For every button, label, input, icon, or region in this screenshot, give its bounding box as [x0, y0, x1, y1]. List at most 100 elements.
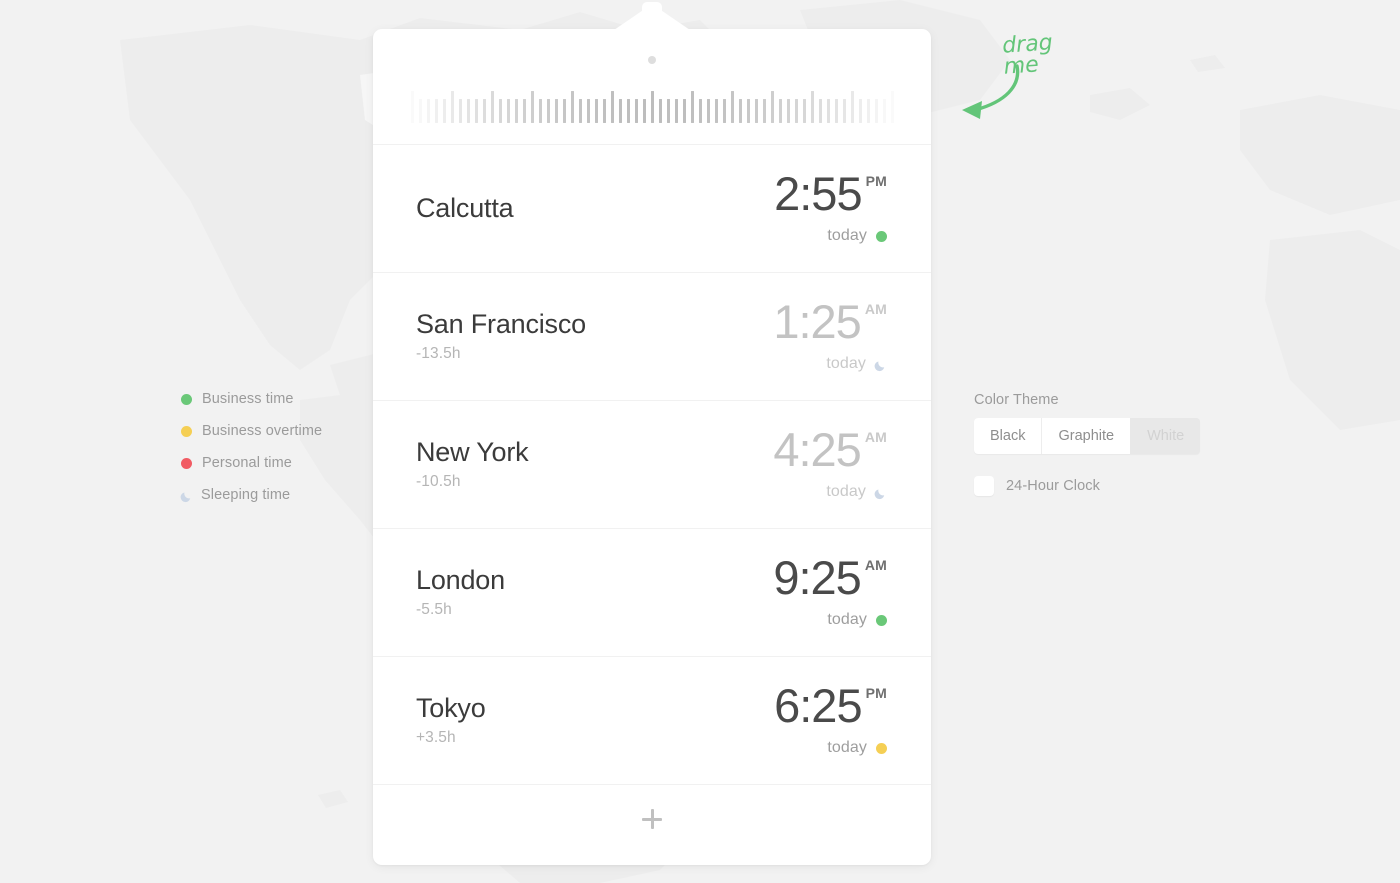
scrubber-tick	[554, 99, 558, 123]
scrubber-tick	[458, 99, 462, 123]
city-day-line: today	[827, 611, 887, 629]
legend-item-business-time: Business time	[181, 388, 322, 410]
scrubber-tick	[562, 99, 566, 123]
city-meridiem: PM	[865, 172, 887, 189]
scrubber-tick	[882, 99, 886, 123]
city-meridiem: AM	[864, 300, 887, 317]
moon-icon	[874, 359, 887, 372]
scrubber-tick	[762, 99, 766, 123]
city-row-calcutta[interactable]: Calcutta 2:55 PM today	[373, 145, 931, 273]
scrubber-tick	[778, 99, 782, 123]
city-offset: -13.5h	[416, 345, 461, 363]
scrubber-tick	[450, 91, 454, 123]
scrubber-tick	[810, 91, 814, 123]
city-left: New York -10.5h	[416, 436, 773, 492]
scrubber-tick	[858, 99, 862, 123]
add-city-button[interactable]	[373, 785, 931, 853]
24-hour-clock-checkbox[interactable]	[974, 476, 994, 496]
city-name: New York	[416, 436, 529, 467]
scrubber-tick	[690, 91, 694, 123]
scrubber-tick	[746, 99, 750, 123]
drag-me-label: drag me	[1001, 30, 1054, 80]
theme-option-graphite[interactable]: Graphite	[1041, 418, 1131, 454]
city-time: 6:25	[774, 678, 862, 732]
scrubber-tick	[434, 99, 438, 123]
color-theme-segmented-control[interactable]: Black Graphite White	[974, 418, 1201, 454]
24-hour-clock-row[interactable]: 24-Hour Clock	[974, 476, 1234, 496]
scrubber-tick	[850, 91, 854, 123]
city-name: San Francisco	[416, 308, 586, 339]
scrubber-tick	[802, 99, 806, 123]
city-left: London -5.5h	[416, 565, 773, 620]
city-meridiem: PM	[865, 684, 887, 701]
scrubber-tick	[546, 99, 550, 123]
city-time-line: 4:25 AM	[773, 426, 887, 473]
legend-label: Sleeping time	[201, 487, 291, 503]
scrubber-tick	[698, 99, 702, 123]
scrubber-tick	[794, 99, 798, 123]
city-row-san-francisco[interactable]: San Francisco -13.5h 1:25 AM today	[373, 273, 931, 401]
city-time-line: 9:25 AM	[773, 554, 887, 601]
theme-option-white[interactable]: White	[1130, 418, 1201, 454]
scrubber-tick	[890, 91, 894, 123]
city-name: Tokyo	[416, 692, 486, 723]
scrubber-tick	[586, 99, 590, 123]
city-left: Tokyo +3.5h	[416, 692, 774, 748]
scrubber-tick	[626, 99, 630, 123]
scrubber-tick	[682, 99, 686, 123]
legend-item-sleeping-time: Sleeping time	[180, 484, 322, 506]
scrubber-tick	[730, 91, 734, 123]
personal-time-dot-icon	[181, 457, 192, 469]
city-offset: -5.5h	[416, 601, 452, 619]
scrubber-tick	[842, 99, 846, 123]
scrubber-tick	[866, 99, 870, 123]
24-hour-clock-label: 24-Hour Clock	[1006, 478, 1100, 494]
city-day-line: today	[826, 483, 887, 501]
city-row-tokyo[interactable]: Tokyo +3.5h 6:25 PM today	[373, 657, 931, 785]
scrubber-tick	[418, 99, 422, 123]
business-time-dot-icon	[876, 614, 887, 626]
slider-knob-dot-icon[interactable]	[648, 56, 656, 64]
city-day-line: today	[827, 227, 887, 245]
time-scrubber[interactable]	[373, 29, 931, 145]
scrubber-tick	[530, 91, 534, 123]
city-row-new-york[interactable]: New York -10.5h 4:25 AM today	[373, 401, 931, 529]
drag-me-annotation: drag me	[945, 28, 1085, 128]
business-overtime-dot-icon	[181, 425, 192, 437]
scrubber-tick	[666, 99, 670, 123]
city-offset: +3.5h	[416, 729, 456, 747]
settings-panel: Color Theme Black Graphite White 24-Hour…	[974, 392, 1234, 496]
scrubber-tick	[410, 91, 414, 123]
scrubber-tick	[650, 91, 654, 123]
scrubber-tick	[578, 99, 582, 123]
city-meridiem: AM	[864, 556, 887, 573]
scrubber-tick	[482, 99, 486, 123]
drag-me-arrow-icon	[962, 64, 1020, 119]
city-day: today	[827, 611, 867, 629]
scrubber-tick	[634, 99, 638, 123]
world-clock-card: Calcutta 2:55 PM today San Francisco -13…	[373, 2, 931, 865]
scrubber-tick	[738, 99, 742, 123]
scrubber-tick	[522, 99, 526, 123]
theme-option-black[interactable]: Black	[974, 418, 1042, 454]
scrubber-tick	[834, 99, 838, 123]
card-notch-cap	[642, 2, 662, 22]
city-right: 6:25 PM today	[774, 678, 887, 758]
legend-label: Personal time	[202, 455, 292, 471]
business-overtime-dot-icon	[876, 742, 887, 754]
scrubber-tick	[490, 91, 494, 123]
scrubber-tick	[874, 99, 878, 123]
city-day-line: today	[826, 355, 887, 373]
scrubber-tick	[506, 99, 510, 123]
plus-icon[interactable]	[642, 809, 662, 829]
city-day: today	[826, 483, 866, 501]
scrubber-tick	[674, 99, 678, 123]
city-time-line: 1:25 AM	[773, 298, 887, 345]
scrubber-tick	[818, 99, 822, 123]
scrubber-ticks[interactable]	[373, 87, 931, 123]
city-row-london[interactable]: London -5.5h 9:25 AM today	[373, 529, 931, 657]
scrubber-tick	[602, 99, 606, 123]
scrubber-tick	[826, 99, 830, 123]
city-offset: -10.5h	[416, 473, 461, 491]
city-time-line: 6:25 PM	[774, 678, 887, 732]
